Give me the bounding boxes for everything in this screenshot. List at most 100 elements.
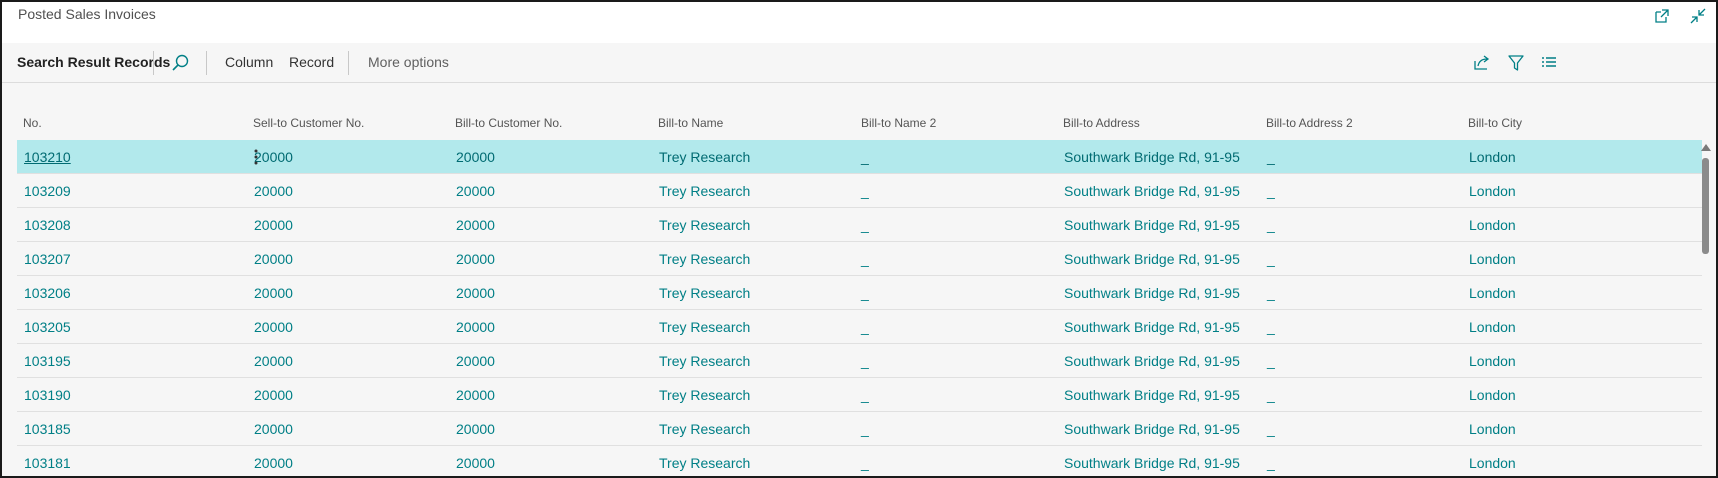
cell-bill-to-city: London (1469, 455, 1516, 471)
cell-sell-to-customer-no: 20000 (254, 455, 293, 471)
column-header-bill-to-address[interactable]: Bill-to Address (1063, 116, 1140, 130)
table-row[interactable]: 103210 20000 20000 Trey Research _ Southwark … (17, 140, 1702, 174)
cell-bill-to-address-2: _ (1267, 421, 1275, 437)
cell-bill-to-name-2: _ (861, 319, 869, 335)
column-header-bill-to-customer-no[interactable]: Bill-to Customer No. (455, 116, 562, 130)
table-row[interactable]: 103185 20000 20000 Trey Research _ Southwark … (17, 412, 1702, 446)
cell-no[interactable]: 103190 (24, 387, 71, 403)
search-icon[interactable] (169, 52, 191, 74)
cell-bill-to-address-2: _ (1267, 353, 1275, 369)
search-result-records-label: Search Result Records (17, 54, 171, 70)
cell-bill-to-name: Trey Research (659, 353, 751, 369)
cell-sell-to-customer-no: 20000 (254, 421, 293, 437)
cell-bill-to-address: Southwark Bridge Rd, 91-95 (1064, 183, 1240, 199)
cell-bill-to-name: Trey Research (659, 319, 751, 335)
title-bar: Posted Sales Invoices (2, 2, 1716, 43)
cell-bill-to-name: Trey Research (659, 217, 751, 233)
cell-bill-to-address-2: _ (1267, 183, 1275, 199)
table-row[interactable]: 103208 20000 20000 Trey Research _ Southwark … (17, 208, 1702, 242)
column-header-bill-to-name[interactable]: Bill-to Name (658, 116, 723, 130)
column-header-no[interactable]: No. (23, 116, 42, 130)
list-view-icon[interactable] (1538, 52, 1560, 74)
page-window: Posted Sales Invoices Search Result Reco… (0, 0, 1718, 478)
table-row[interactable]: 103205 20000 20000 Trey Research _ Southwark … (17, 310, 1702, 344)
cell-no[interactable]: 103206 (24, 285, 71, 301)
cell-bill-to-address: Southwark Bridge Rd, 91-95 (1064, 319, 1240, 335)
cell-bill-to-name-2: _ (861, 183, 869, 199)
filter-icon[interactable] (1505, 52, 1527, 74)
table-row[interactable]: 103206 20000 20000 Trey Research _ Southwark … (17, 276, 1702, 310)
cell-bill-to-city: London (1469, 217, 1516, 233)
cell-no[interactable]: 103207 (24, 251, 71, 267)
cell-bill-to-city: London (1469, 183, 1516, 199)
cell-bill-to-address: Southwark Bridge Rd, 91-95 (1064, 149, 1240, 165)
cell-bill-to-customer-no: 20000 (456, 421, 495, 437)
cell-bill-to-name: Trey Research (659, 149, 751, 165)
cell-bill-to-name-2: _ (861, 421, 869, 437)
scroll-up-arrow-icon[interactable] (1701, 144, 1711, 151)
cell-bill-to-address-2: _ (1267, 149, 1275, 165)
grid-rows: 103210 20000 20000 Trey Research _ Southwark … (17, 140, 1702, 476)
vertical-scrollbar[interactable] (1699, 140, 1713, 476)
cell-bill-to-name: Trey Research (659, 455, 751, 471)
cell-bill-to-address: Southwark Bridge Rd, 91-95 (1064, 387, 1240, 403)
table-row[interactable]: 103181 20000 20000 Trey Research _ Southwark … (17, 446, 1702, 476)
cell-bill-to-name: Trey Research (659, 421, 751, 437)
cell-bill-to-address-2: _ (1267, 217, 1275, 233)
cell-sell-to-customer-no: 20000 (254, 217, 293, 233)
cell-bill-to-city: London (1469, 285, 1516, 301)
cell-sell-to-customer-no: 20000 (254, 319, 293, 335)
cell-no[interactable]: 103210 (24, 149, 71, 165)
collapse-icon[interactable] (1688, 6, 1708, 26)
table-row[interactable]: 103190 20000 20000 Trey Research _ Southwark … (17, 378, 1702, 412)
cell-bill-to-customer-no: 20000 (456, 251, 495, 267)
column-header-sell-to-customer-no[interactable]: Sell-to Customer No. (253, 116, 364, 130)
cell-bill-to-name-2: _ (861, 387, 869, 403)
table-row[interactable]: 103195 20000 20000 Trey Research _ Southwark … (17, 344, 1702, 378)
toolbar-divider (348, 51, 349, 75)
cell-no[interactable]: 103205 (24, 319, 71, 335)
toolbar-divider (153, 51, 154, 75)
cell-bill-to-customer-no: 20000 (456, 353, 495, 369)
cell-bill-to-address: Southwark Bridge Rd, 91-95 (1064, 353, 1240, 369)
column-header-bill-to-name-2[interactable]: Bill-to Name 2 (861, 116, 936, 130)
cell-bill-to-name-2: _ (861, 149, 869, 165)
cell-bill-to-address: Southwark Bridge Rd, 91-95 (1064, 251, 1240, 267)
share-icon[interactable] (1471, 52, 1493, 74)
record-button[interactable]: Record (289, 54, 334, 70)
cell-bill-to-address-2: _ (1267, 455, 1275, 471)
cell-sell-to-customer-no: 20000 (254, 183, 293, 199)
cell-no[interactable]: 103185 (24, 421, 71, 437)
cell-bill-to-address-2: _ (1267, 251, 1275, 267)
cell-bill-to-name-2: _ (861, 251, 869, 267)
cell-bill-to-customer-no: 20000 (456, 149, 495, 165)
table-row[interactable]: 103209 20000 20000 Trey Research _ Southwark … (17, 174, 1702, 208)
toolbar-divider (206, 51, 207, 75)
cell-bill-to-customer-no: 20000 (456, 319, 495, 335)
cell-bill-to-address-2: _ (1267, 387, 1275, 403)
cell-no[interactable]: 103181 (24, 455, 71, 471)
more-vertical-icon[interactable] (251, 146, 261, 168)
table-row[interactable]: 103207 20000 20000 Trey Research _ Southwark … (17, 242, 1702, 276)
more-options-button[interactable]: More options (368, 54, 449, 70)
open-in-new-window-icon[interactable] (1652, 6, 1672, 26)
cell-bill-to-address-2: _ (1267, 319, 1275, 335)
cell-bill-to-city: London (1469, 251, 1516, 267)
scrollbar-thumb[interactable] (1702, 158, 1709, 254)
cell-bill-to-name-2: _ (861, 353, 869, 369)
cell-bill-to-address: Southwark Bridge Rd, 91-95 (1064, 285, 1240, 301)
cell-bill-to-name: Trey Research (659, 251, 751, 267)
cell-no[interactable]: 103208 (24, 217, 71, 233)
cell-sell-to-customer-no: 20000 (254, 353, 293, 369)
cell-no[interactable]: 103209 (24, 183, 71, 199)
cell-bill-to-name-2: _ (861, 455, 869, 471)
cell-bill-to-customer-no: 20000 (456, 455, 495, 471)
column-header-bill-to-city[interactable]: Bill-to City (1468, 116, 1522, 130)
cell-sell-to-customer-no: 20000 (254, 387, 293, 403)
cell-bill-to-address-2: _ (1267, 285, 1275, 301)
cell-no[interactable]: 103195 (24, 353, 71, 369)
column-button[interactable]: Column (225, 54, 273, 70)
column-header-bill-to-address-2[interactable]: Bill-to Address 2 (1266, 116, 1353, 130)
cell-bill-to-name: Trey Research (659, 183, 751, 199)
cell-bill-to-city: London (1469, 353, 1516, 369)
